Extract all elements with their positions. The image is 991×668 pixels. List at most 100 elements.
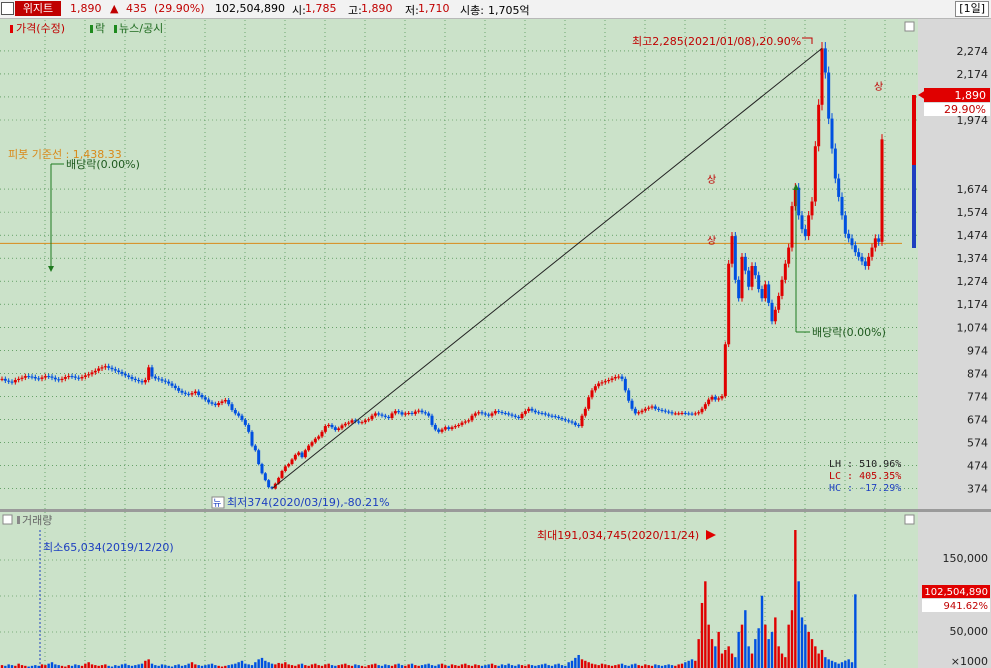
- stock-select-checkbox[interactable]: [1, 2, 14, 15]
- open-label: 시:: [292, 4, 306, 17]
- candle-body: [577, 424, 581, 427]
- volume-bar: [264, 660, 267, 668]
- volume-bar: [464, 663, 467, 668]
- volume-bar: [734, 657, 737, 668]
- stock-chart[interactable]: 피봇 기준선 : 1,438.33 가격(수정) 락 뉴스/공시 거래량 최고2…: [0, 19, 991, 668]
- candle-body: [313, 438, 317, 443]
- stock-name[interactable]: 위지트: [15, 1, 61, 16]
- candle-body: [447, 427, 451, 430]
- current-volume-pct-text: 941.62%: [944, 601, 989, 612]
- candle-body: [260, 464, 264, 474]
- candle-body: [763, 284, 767, 299]
- volume-bar: [427, 663, 430, 668]
- volume-unit: ×1000: [951, 655, 988, 668]
- volume-bar: [774, 617, 777, 668]
- volume-bar: [804, 624, 807, 668]
- volume-legend[interactable]: 거래량: [22, 514, 52, 527]
- candle-body: [867, 256, 871, 267]
- volume-bar: [124, 663, 127, 668]
- price-tick-label: 474: [967, 459, 988, 472]
- candle-body: [53, 377, 57, 380]
- candle-body: [357, 421, 361, 423]
- candle-body: [690, 413, 694, 415]
- candle-body: [307, 445, 311, 451]
- volume-bar: [744, 610, 747, 668]
- candle-body: [813, 146, 817, 202]
- candle-body: [540, 412, 544, 414]
- volume-panel-toggle[interactable]: [2, 514, 13, 525]
- volume-panel-options-button[interactable]: [904, 514, 915, 525]
- candle-body: [310, 442, 314, 446]
- candle-body: [340, 425, 344, 429]
- candle-body: [413, 411, 417, 414]
- candle-body: [417, 410, 421, 412]
- volume-bar: [344, 663, 347, 668]
- candle-body: [190, 393, 194, 395]
- volume-tick-50000: 50,000: [950, 625, 989, 638]
- price-tick-label: 1,574: [957, 206, 989, 219]
- volume-bar: [760, 595, 764, 668]
- volume-bar: [707, 624, 710, 668]
- candle-body: [67, 376, 71, 378]
- price-panel-options-button[interactable]: [904, 21, 915, 32]
- candle-body: [713, 396, 717, 400]
- candle-body: [453, 426, 457, 428]
- candle-body: [90, 372, 94, 375]
- volume-bar: [580, 659, 584, 668]
- volume-bar: [194, 664, 197, 668]
- candle-body: [180, 390, 184, 393]
- volume-bar: [150, 663, 154, 668]
- volume-bar: [74, 664, 77, 668]
- fall-legend[interactable]: 락: [95, 22, 105, 35]
- candle-body: [10, 381, 14, 383]
- candle-body: [373, 413, 377, 416]
- volume-bar: [847, 659, 850, 668]
- volume-bar: [790, 610, 794, 668]
- candle-body: [800, 215, 804, 230]
- candle-body: [3, 378, 7, 381]
- period-button[interactable]: [1일]: [955, 1, 989, 17]
- volume-bar: [690, 659, 694, 668]
- candle-body: [557, 416, 561, 419]
- volume-bar: [310, 664, 314, 668]
- volume-bar: [830, 660, 834, 668]
- price-panel: [0, 19, 918, 509]
- candle-body: [860, 256, 864, 262]
- candle-body: [727, 263, 731, 345]
- price-legend[interactable]: 가격(수정): [16, 22, 65, 35]
- volume-bar: [777, 646, 780, 668]
- candle-body: [380, 414, 384, 416]
- candle-body: [117, 370, 121, 372]
- candle-body: [383, 415, 387, 417]
- candle-body: [787, 247, 791, 264]
- candle-body: [650, 406, 654, 408]
- price-tick-label: 2,274: [957, 45, 989, 58]
- candle-body: [597, 383, 601, 387]
- current-volume-text: 102,504,890: [924, 587, 988, 598]
- candle-body: [467, 420, 471, 422]
- candle-body: [677, 413, 681, 415]
- news-legend[interactable]: 뉴스/공시: [119, 22, 163, 35]
- candle-body: [287, 464, 291, 467]
- volume-bar: [620, 663, 624, 668]
- candle-body: [97, 368, 101, 371]
- volume-bar: [710, 639, 714, 668]
- volume-bar: [314, 663, 317, 668]
- candle-body: [773, 309, 777, 322]
- volume-bar: [554, 664, 557, 668]
- candle-body: [347, 422, 351, 424]
- volume-bar: [140, 663, 144, 668]
- candle-body: [263, 473, 267, 481]
- candle-body: [643, 408, 647, 411]
- panel-divider[interactable]: [0, 509, 991, 512]
- volume-bar: [490, 663, 494, 668]
- volume-bar: [687, 660, 690, 668]
- candle-body: [230, 404, 234, 410]
- price-tick-label: 1,074: [957, 321, 989, 334]
- candle-body: [490, 413, 494, 416]
- candle-body: [803, 229, 807, 237]
- volume-bar: [684, 662, 687, 668]
- candle-body: [240, 415, 244, 420]
- volume-bar: [677, 664, 680, 668]
- volume-bar: [500, 664, 504, 668]
